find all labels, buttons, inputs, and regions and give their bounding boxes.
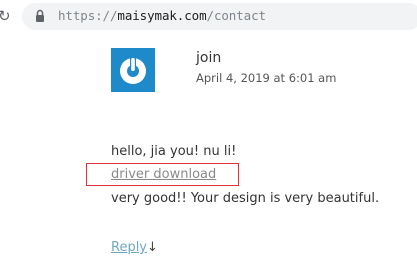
- power-avatar-icon: [120, 56, 146, 84]
- url-scheme: https://: [58, 8, 118, 23]
- reply-arrow-icon[interactable]: ↓: [147, 239, 158, 257]
- comment-text-line: very good!! Your design is very beautifu…: [111, 191, 380, 206]
- browser-toolbar: ↻ https://maisymak.com/contact: [0, 0, 417, 34]
- lock-icon[interactable]: [35, 9, 45, 23]
- url-host: maisymak.com: [117, 8, 207, 23]
- url-text[interactable]: https://maisymak.com/contact: [58, 7, 266, 25]
- driver-download-link[interactable]: driver download: [111, 166, 216, 184]
- url-path: /contact: [206, 8, 267, 23]
- comment-date[interactable]: April 4, 2019 at 6:01 am: [196, 70, 336, 86]
- comment-author: join: [196, 50, 222, 66]
- comment-text-line: hello, jia you! nu li!: [111, 144, 237, 159]
- avatar: [111, 48, 155, 92]
- reply-link[interactable]: Reply: [111, 239, 147, 257]
- reload-icon[interactable]: ↻: [0, 7, 12, 25]
